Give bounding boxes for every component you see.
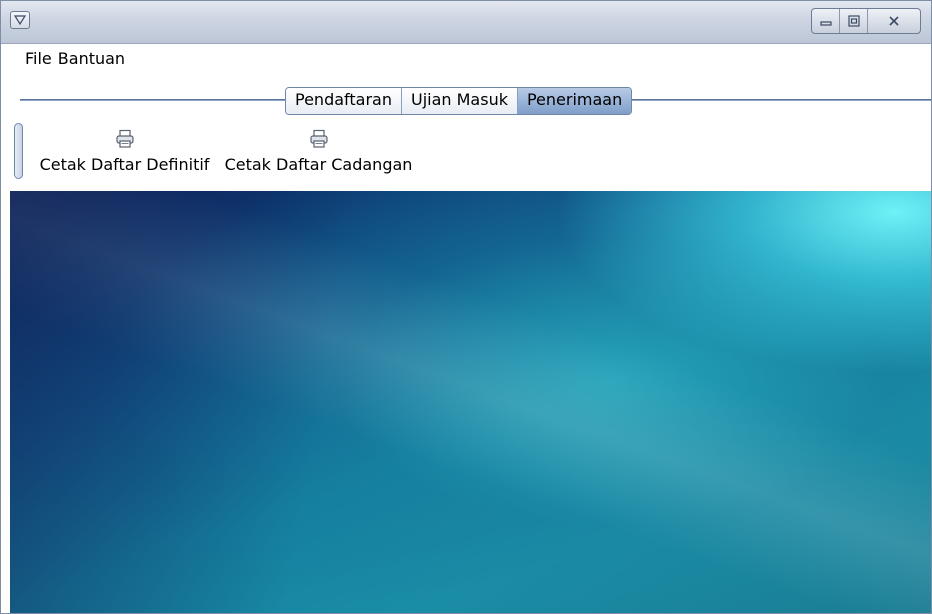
tab-penerimaan[interactable]: Penerimaan bbox=[517, 88, 632, 114]
chevron-down-icon bbox=[14, 15, 26, 25]
minimize-button[interactable] bbox=[812, 9, 840, 33]
cetak-daftar-definitif-button[interactable]: Cetak Daftar Definitif bbox=[36, 123, 213, 181]
menu-bantuan[interactable]: Bantuan bbox=[55, 44, 128, 74]
cetak-daftar-cadangan-button[interactable]: Cetak Daftar Cadangan bbox=[219, 123, 418, 181]
window-controls bbox=[811, 8, 921, 34]
title-bar[interactable] bbox=[1, 1, 931, 44]
toolbar-handle[interactable] bbox=[14, 123, 23, 179]
menu-file[interactable]: File bbox=[22, 44, 55, 74]
system-menu-button[interactable] bbox=[10, 11, 30, 29]
close-button[interactable] bbox=[868, 9, 920, 33]
tool-label: Cetak Daftar Definitif bbox=[39, 155, 210, 174]
minimize-icon bbox=[819, 21, 832, 26]
tab-ujian-masuk[interactable]: Ujian Masuk bbox=[401, 88, 518, 114]
close-icon bbox=[889, 16, 899, 26]
tool-label: Cetak Daftar Cadangan bbox=[224, 155, 413, 174]
tab-pendaftaran[interactable]: Pendaftaran bbox=[286, 88, 402, 114]
app-window: File Bantuan Pendaftaran Ujian Masuk Pen… bbox=[0, 0, 932, 614]
printer-icon bbox=[36, 123, 213, 149]
desktop-background bbox=[10, 191, 931, 613]
menu-bar: File Bantuan bbox=[1, 44, 931, 74]
tab-bar: Pendaftaran Ujian Masuk Penerimaan bbox=[285, 87, 633, 115]
maximize-button[interactable] bbox=[840, 9, 868, 33]
maximize-icon bbox=[847, 15, 860, 27]
printer-icon bbox=[219, 123, 418, 149]
